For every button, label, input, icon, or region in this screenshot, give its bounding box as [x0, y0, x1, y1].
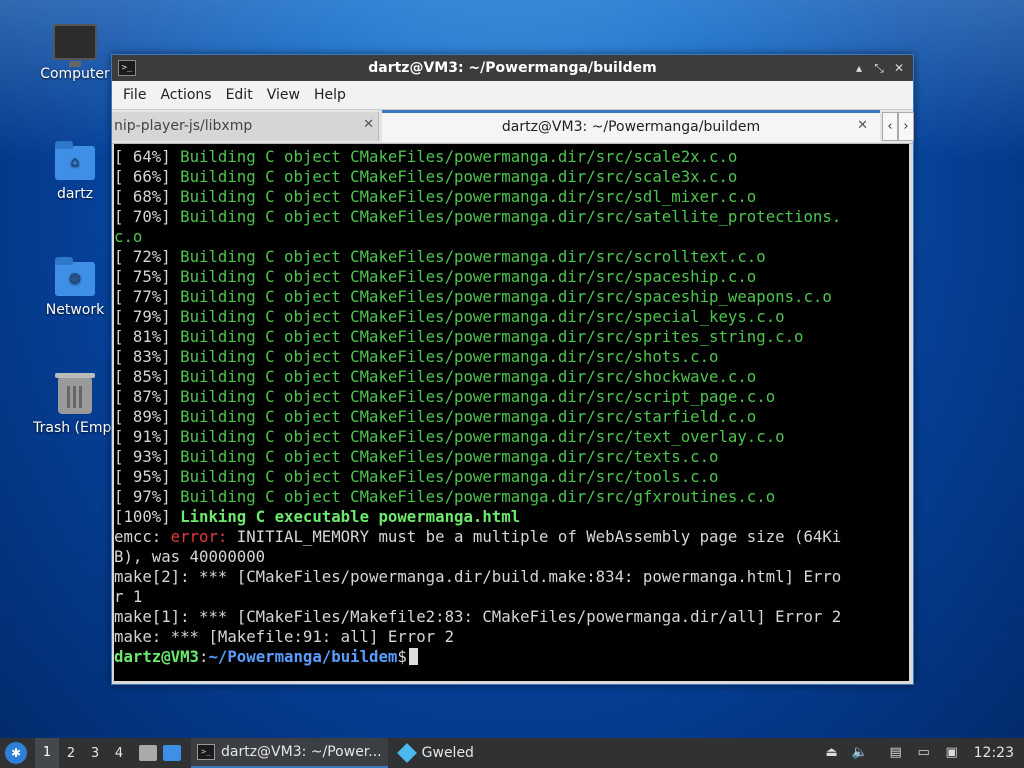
close-button[interactable]: ✕: [891, 60, 907, 76]
tab-close-icon[interactable]: ✕: [363, 117, 374, 132]
menu-help[interactable]: Help: [307, 87, 353, 103]
tab-label: nip-player-js/libxmp: [114, 118, 253, 134]
network-icon[interactable]: ▭: [916, 745, 932, 761]
computer-icon: [53, 24, 97, 67]
task-label: Gweled: [421, 745, 474, 761]
menu-edit[interactable]: Edit: [219, 87, 260, 103]
taskbar-task-gweled[interactable]: Gweled: [388, 738, 480, 768]
workspace-4[interactable]: 4: [107, 746, 131, 761]
volume-icon[interactable]: 🔈: [852, 745, 868, 761]
system-tray: ⏏ 🔈 ▤ ▭ ▣ 12:23: [818, 738, 1024, 768]
clipboard-icon[interactable]: ▤: [888, 745, 904, 761]
clock[interactable]: 12:23: [974, 745, 1014, 761]
terminal-line-build: [ 87%] Building C object CMakeFiles/powe…: [114, 387, 776, 406]
window-title: dartz@VM3: ~/Powermanga/buildem: [368, 60, 657, 76]
terminal-line-error: emcc: error: INITIAL_MEMORY must be a mu…: [114, 527, 842, 546]
terminal-cursor: [408, 648, 418, 665]
home-folder-icon: ⌂: [55, 141, 95, 180]
terminal-line-make: r 1: [114, 587, 143, 606]
terminal-line-build: [ 70%] Building C object CMakeFiles/powe…: [114, 207, 842, 226]
workspace-1[interactable]: 1: [35, 738, 59, 768]
terminal-window: >_ dartz@VM3: ~/Powermanga/buildem ▴ ⤡ ✕…: [111, 54, 914, 685]
terminal-line-build: c.o: [114, 227, 143, 246]
terminal-line-build: [ 89%] Building C object CMakeFiles/powe…: [114, 407, 757, 426]
terminal-line-build: [ 93%] Building C object CMakeFiles/powe…: [114, 447, 719, 466]
tab-libxmp[interactable]: nip-player-js/libxmp ✕: [112, 112, 379, 141]
terminal-line-make: make[2]: *** [CMakeFiles/powermanga.dir/…: [114, 567, 842, 586]
terminal-line-make: make: *** [Makefile:91: all] Error 2: [114, 627, 455, 646]
menu-view[interactable]: View: [260, 87, 307, 103]
file-manager-launcher-icon[interactable]: [139, 745, 157, 761]
terminal-line-build: [ 66%] Building C object CMakeFiles/powe…: [114, 167, 738, 186]
terminal-output[interactable]: [ 64%] Building C object CMakeFiles/powe…: [114, 144, 909, 681]
menu-file[interactable]: File: [116, 87, 153, 103]
start-menu-icon[interactable]: ✱: [5, 742, 27, 764]
terminal-line-make: make[1]: *** [CMakeFiles/Makefile2:83: C…: [114, 607, 842, 626]
tab-scroll-left-icon[interactable]: ‹: [882, 112, 898, 141]
gweled-icon: [396, 743, 417, 763]
tab-bar: nip-player-js/libxmp ✕ dartz@VM3: ~/Powe…: [112, 110, 914, 144]
minimize-button[interactable]: ▴: [851, 60, 867, 76]
taskbar-task-terminal[interactable]: >_ dartz@VM3: ~/Power...: [191, 738, 388, 768]
terminal-line-build: [ 64%] Building C object CMakeFiles/powe…: [114, 147, 738, 166]
terminal-line-link: [100%] Linking C executable powermanga.h…: [114, 507, 521, 526]
terminal-line-build: [ 85%] Building C object CMakeFiles/powe…: [114, 367, 757, 386]
taskbar: ✱ 1 2 3 4 >_ dartz@VM3: ~/Power... Gwele…: [0, 738, 1024, 768]
tab-label: dartz@VM3: ~/Powermanga/buildem: [501, 119, 761, 135]
terminal-line-build: [ 72%] Building C object CMakeFiles/powe…: [114, 247, 766, 266]
terminal-line-build: [ 68%] Building C object CMakeFiles/powe…: [114, 187, 757, 206]
terminal-line-build: [ 91%] Building C object CMakeFiles/powe…: [114, 427, 785, 446]
terminal-line-build: [ 95%] Building C object CMakeFiles/powe…: [114, 467, 719, 486]
terminal-line-build: [ 79%] Building C object CMakeFiles/powe…: [114, 307, 785, 326]
network-folder-icon: ◍: [55, 257, 95, 296]
window-titlebar[interactable]: >_ dartz@VM3: ~/Powermanga/buildem ▴ ⤡ ✕: [112, 55, 913, 81]
tab-buildem[interactable]: dartz@VM3: ~/Powermanga/buildem ✕: [382, 110, 880, 142]
notification-icon[interactable]: ▣: [944, 745, 960, 761]
terminal-prompt[interactable]: dartz@VM3:~/Powermanga/buildem$: [114, 647, 909, 667]
terminal-task-icon: >_: [197, 744, 215, 760]
menubar: File Actions Edit View Help: [112, 81, 913, 110]
update-icon[interactable]: ⏏: [824, 745, 840, 761]
terminal-line-build: [ 77%] Building C object CMakeFiles/powe…: [114, 287, 832, 306]
terminal-line-build: [ 81%] Building C object CMakeFiles/powe…: [114, 327, 804, 346]
show-desktop-icon[interactable]: [163, 745, 181, 761]
maximize-button[interactable]: ⤡: [871, 60, 887, 76]
workspace-3[interactable]: 3: [83, 746, 107, 761]
trash-icon: [55, 373, 95, 414]
terminal-line-build: [ 75%] Building C object CMakeFiles/powe…: [114, 267, 757, 286]
terminal-line-error-cont: B), was 40000000: [114, 547, 266, 566]
terminal-line-build: [ 83%] Building C object CMakeFiles/powe…: [114, 347, 719, 366]
task-label: dartz@VM3: ~/Power...: [221, 744, 382, 760]
tab-close-icon[interactable]: ✕: [857, 118, 868, 133]
workspace-2[interactable]: 2: [59, 746, 83, 761]
terminal-line-build: [ 97%] Building C object CMakeFiles/powe…: [114, 487, 776, 506]
menu-actions[interactable]: Actions: [153, 87, 218, 103]
tab-scroll-right-icon[interactable]: ›: [898, 112, 914, 141]
